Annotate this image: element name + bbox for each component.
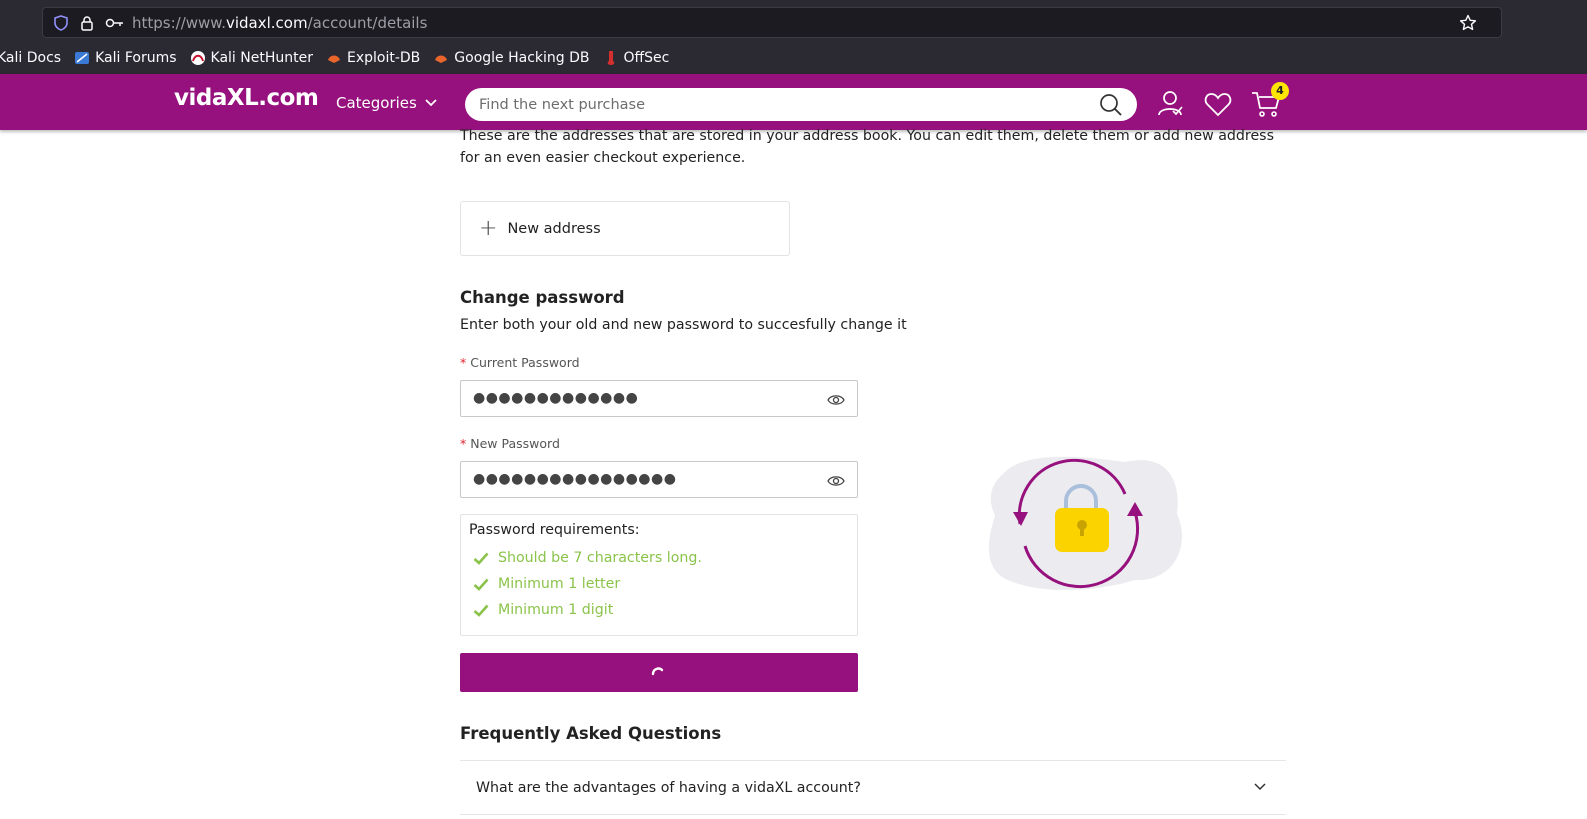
bookmark-kali-forums[interactable]: Kali Forums: [74, 50, 177, 66]
shield-icon[interactable]: [53, 15, 69, 31]
bookmarks-bar: Kali Docs Kali Forums Kali NetHunter Exp…: [0, 46, 682, 70]
cart-count-badge: 4: [1271, 82, 1289, 100]
change-password-subtitle: Enter both your old and new password to …: [460, 317, 907, 333]
required-asterisk: *: [460, 355, 467, 370]
site-header: vidaXL.com Categories: [0, 74, 1587, 130]
current-password-label: * Current Password: [460, 355, 580, 370]
account-icon[interactable]: [1156, 89, 1184, 121]
url-bar[interactable]: https://www.vidaxl.com/account/details: [42, 7, 1502, 38]
bookmark-exploit-db[interactable]: Exploit-DB: [326, 50, 420, 66]
current-password-field[interactable]: ●●●●●●●●●●●●●: [460, 380, 858, 417]
chevron-down-icon: [1254, 783, 1266, 791]
google-hacking-db-icon: [433, 50, 449, 66]
change-password-submit-button[interactable]: [460, 653, 858, 692]
url-text[interactable]: https://www.vidaxl.com/account/details: [132, 14, 427, 32]
wishlist-heart-icon[interactable]: [1204, 91, 1232, 121]
checkmark-icon: [473, 604, 489, 617]
plus-icon: +: [479, 215, 498, 241]
password-requirements-box: Password requirements: Should be 7 chara…: [460, 514, 858, 636]
bookmark-kali-nethunter[interactable]: Kali NetHunter: [190, 50, 313, 66]
key-icon[interactable]: [105, 15, 125, 31]
bookmark-offsec[interactable]: OffSec: [603, 50, 669, 66]
search-input[interactable]: [479, 94, 1079, 115]
change-password-title: Change password: [460, 288, 625, 307]
new-password-field[interactable]: ●●●●●●●●●●●●●●●●: [460, 461, 858, 498]
required-asterisk: *: [460, 436, 467, 451]
requirement-item: Minimum 1 digit: [473, 602, 613, 618]
checkmark-icon: [473, 552, 489, 565]
faq-title: Frequently Asked Questions: [460, 724, 722, 743]
show-password-eye-icon[interactable]: [827, 473, 845, 492]
bookmark-google-hacking-db[interactable]: Google Hacking DB: [433, 50, 590, 66]
bookmark-kali-docs[interactable]: Kali Docs: [0, 50, 61, 66]
checkmark-icon: [473, 578, 489, 591]
vidaxl-logo[interactable]: vidaXL.com: [174, 85, 319, 111]
faq-item[interactable]: What are the advantages of having a vida…: [460, 760, 1286, 815]
requirement-item: Should be 7 characters long.: [473, 550, 702, 566]
search-icon[interactable]: [1099, 93, 1123, 121]
new-password-label: * New Password: [460, 436, 560, 451]
requirement-item: Minimum 1 letter: [473, 576, 620, 592]
offsec-icon: [603, 50, 619, 66]
password-change-illustration: [985, 454, 1195, 598]
address-book-intro: These are the addresses that are stored …: [460, 128, 1274, 166]
kali-forums-icon: [74, 50, 90, 66]
new-address-button[interactable]: + New address: [460, 201, 790, 256]
requirements-title: Password requirements:: [469, 522, 640, 538]
bookmark-star-icon[interactable]: [1459, 14, 1477, 32]
lock-icon[interactable]: [79, 15, 95, 31]
kali-nethunter-icon: [190, 50, 206, 66]
chevron-down-icon: [425, 99, 437, 107]
new-password-value: ●●●●●●●●●●●●●●●●: [473, 471, 677, 487]
loading-spinner-icon: [651, 665, 665, 682]
exploit-db-icon: [326, 50, 342, 66]
current-password-value: ●●●●●●●●●●●●●: [473, 390, 639, 406]
categories-menu-button[interactable]: Categories: [336, 94, 437, 112]
search-box: [465, 88, 1137, 121]
show-password-eye-icon[interactable]: [827, 392, 845, 411]
browser-chrome: https://www.vidaxl.com/account/details K…: [0, 0, 1587, 74]
